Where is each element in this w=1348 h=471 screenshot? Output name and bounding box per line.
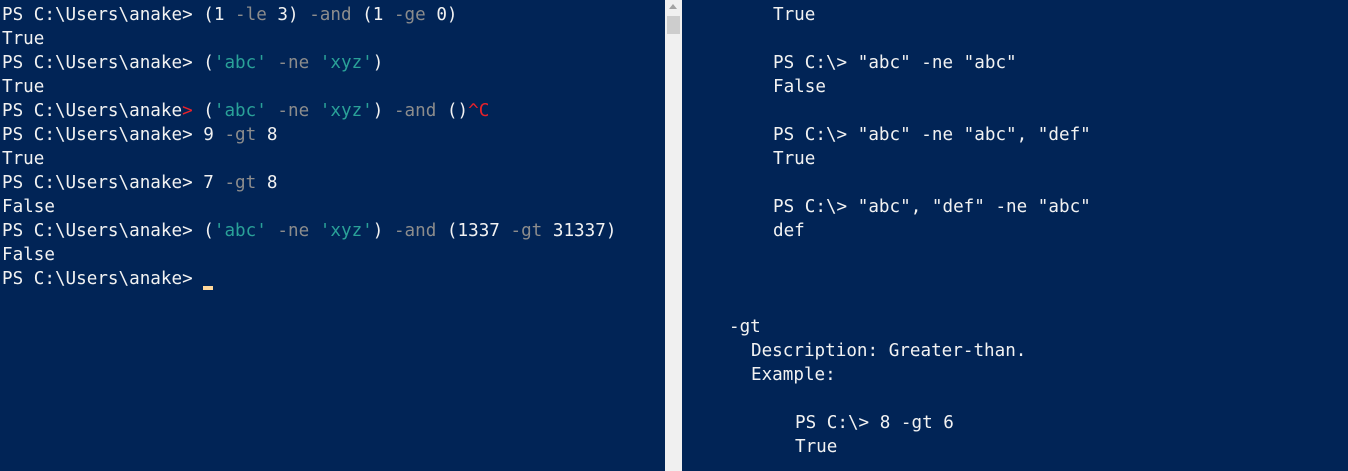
console-string: 'abc' [213, 53, 267, 73]
help-text-line: Example: [751, 365, 836, 385]
console-text: True [2, 149, 45, 169]
console-text: PS C:\Users\anake> [2, 53, 204, 73]
console-string: 'xyz' [319, 221, 373, 241]
console-text: 31337) [542, 221, 617, 241]
console-operator: -ne [277, 221, 310, 241]
console-text: 0) [425, 5, 458, 25]
console-text: 8 [256, 173, 278, 193]
console-line: PS C:\Users\anake> ('abc' -ne 'xyz') [2, 51, 383, 75]
console-text: True [2, 29, 45, 49]
console-text: PS C:\Users\anake> [2, 5, 204, 25]
scroll-up-arrow-icon[interactable] [669, 4, 677, 9]
help-text-line: False [773, 77, 826, 97]
console-operator: -ne [277, 53, 310, 73]
console-line: PS C:\Users\anake> (1 -le 3) -and (1 -ge… [2, 3, 458, 27]
console-text: (1 [203, 5, 236, 25]
help-text-line: -gt [729, 317, 761, 337]
console-text: (1337 [436, 221, 511, 241]
console-operator: -and [393, 101, 437, 121]
console-line: PS C:\Users\anake> 7 -gt 8 [2, 171, 277, 195]
console-text: False [2, 245, 55, 265]
help-text-line: PS C:\> 8 -gt 6 [795, 413, 954, 433]
console-text: ) [372, 221, 394, 241]
console-text: PS C:\Users\anake> [2, 173, 204, 193]
help-text-line: True [773, 5, 816, 25]
console-operator: -and [393, 221, 437, 241]
console-text: False [2, 197, 55, 217]
console-text: ) [372, 53, 384, 73]
help-text-line: def [773, 221, 805, 241]
console-line: PS C:\Users\anake> 9 -gt 8 [2, 123, 277, 147]
console-error-text: ^C [468, 101, 490, 121]
console-line: True [2, 75, 44, 99]
console-operator: -and [309, 5, 352, 25]
help-text-line: PS C:\> "abc" -ne "abc" [773, 53, 1017, 73]
powershell-help-pane-right[interactable]: True PS C:\> "abc" -ne "abc" False PS C:\> … [682, 0, 1348, 471]
vertical-scrollbar[interactable] [665, 0, 682, 471]
console-operator: -gt [510, 221, 543, 241]
help-text-line: True [773, 149, 816, 169]
console-string: 'xyz' [319, 53, 373, 73]
console-operator: -gt [224, 125, 257, 145]
console-string: 'abc' [213, 221, 267, 241]
console-line: False [2, 195, 55, 219]
console-text: PS C:\Users\anake> [2, 125, 204, 145]
console-text: ( [203, 221, 214, 241]
help-text-line: PS C:\> "abc" -ne "abc", "def" [773, 125, 1091, 145]
console-text: ( [203, 53, 214, 73]
console-text: True [2, 77, 45, 97]
console-line: PS C:\Users\anake> ('abc' -ne 'xyz') -an… [2, 99, 489, 123]
console-error-text: > [182, 101, 193, 121]
console-string: 'abc' [213, 101, 267, 121]
console-text: 7 [203, 173, 225, 193]
console-line: False [2, 243, 55, 267]
help-text-line: Description: Greater-than. [751, 341, 1027, 361]
console-text: ) [372, 101, 394, 121]
console-operator: -gt [224, 173, 257, 193]
console-line: True [2, 147, 44, 171]
console-text: PS C:\Users\anake> [2, 269, 204, 289]
powershell-console-left[interactable]: PS C:\Users\anake> (1 -le 3) -and (1 -ge… [0, 0, 665, 471]
console-line: PS C:\Users\anake> ('abc' -ne 'xyz') -an… [2, 219, 616, 243]
console-text: 8 [256, 125, 278, 145]
console-string: 'xyz' [319, 101, 373, 121]
help-text-line: True [795, 437, 838, 457]
console-text: PS C:\Users\anake [2, 101, 183, 121]
text-cursor [203, 286, 214, 290]
console-text: 3) [266, 5, 310, 25]
console-text: PS C:\Users\anake> [2, 221, 204, 241]
console-text: (1 [351, 5, 394, 25]
console-operator: -le [235, 5, 267, 25]
console-line: True [2, 27, 44, 51]
help-text-line: PS C:\> "abc", "def" -ne "abc" [773, 197, 1091, 217]
console-text: () [436, 101, 469, 121]
console-text: 9 [203, 125, 225, 145]
console-line: PS C:\Users\anake> [2, 267, 214, 291]
console-text: ( [192, 101, 214, 121]
console-operator: -ge [393, 5, 426, 25]
scrollbar-thumb[interactable] [667, 16, 680, 34]
console-operator: -ne [277, 101, 310, 121]
